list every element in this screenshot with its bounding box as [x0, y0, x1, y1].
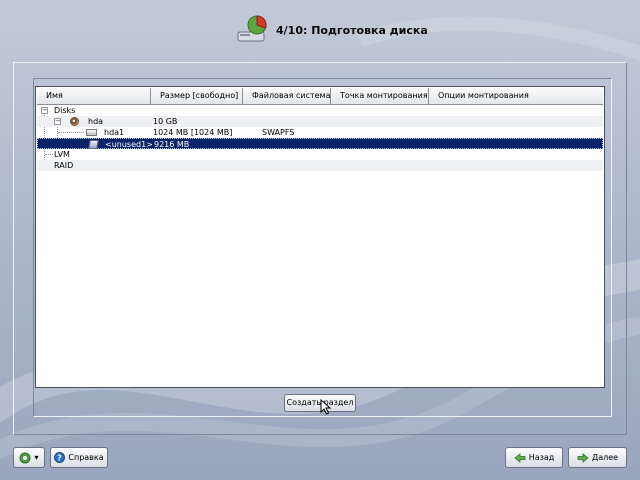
table-row[interactable]: − Disks: [37, 105, 603, 116]
row-name: hda1: [104, 128, 125, 137]
row-name: Disks: [54, 106, 76, 115]
next-label: Далее: [591, 453, 619, 462]
back-label: Назад: [528, 453, 555, 462]
page-header: 4/10: Подготовка диска: [236, 14, 428, 46]
back-button[interactable]: Назад: [505, 447, 563, 468]
help-label: Справка: [68, 453, 104, 462]
row-name: LVM: [54, 150, 70, 159]
table-row-selected[interactable]: <unused1> 9216 MB: [37, 138, 603, 149]
svg-text:?: ?: [58, 454, 63, 463]
collapse-icon[interactable]: −: [41, 107, 48, 114]
green-circle-menu-icon: [19, 452, 31, 463]
row-size: 10 GB: [153, 117, 178, 126]
table-row[interactable]: LVM: [37, 149, 603, 160]
hard-disk-icon: [70, 117, 79, 126]
disk-pie-icon: [237, 15, 267, 42]
table-body: − Disks − hda 10 GB hda1 1024 MB [1024 M…: [37, 105, 603, 171]
column-header-mount-options[interactable]: Опции монтирования: [429, 88, 603, 105]
column-header-filesystem[interactable]: Файловая система: [243, 88, 331, 105]
partition-icon: [86, 129, 97, 136]
dropdown-arrow-icon: ▾: [34, 453, 39, 462]
table-header: Имя Размер [свободно] Файловая система Т…: [37, 88, 603, 105]
column-header-name[interactable]: Имя: [37, 88, 151, 105]
collapse-icon[interactable]: −: [54, 118, 61, 125]
arrow-right-icon: [577, 452, 589, 463]
table-row[interactable]: − hda 10 GB: [37, 116, 603, 127]
mouse-cursor-icon: [320, 399, 332, 415]
row-filesystem: SWAPFS: [262, 128, 295, 137]
table-row[interactable]: hda1 1024 MB [1024 MB] SWAPFS: [37, 127, 603, 138]
menu-button[interactable]: ▾: [13, 447, 45, 468]
column-header-size[interactable]: Размер [свободно]: [151, 88, 243, 105]
table-row[interactable]: RAID: [37, 160, 603, 171]
row-name: hda: [88, 117, 104, 126]
partition-tree-table[interactable]: Имя Размер [свободно] Файловая система Т…: [35, 86, 605, 388]
arrow-left-icon: [514, 452, 526, 463]
row-size: 1024 MB [1024 MB]: [153, 128, 233, 137]
page-title: 4/10: Подготовка диска: [276, 23, 428, 37]
column-header-mountpoint[interactable]: Точка монтирования: [331, 88, 429, 105]
help-icon: ?: [54, 452, 66, 463]
row-name: RAID: [54, 161, 74, 170]
next-button[interactable]: Далее: [568, 447, 627, 468]
help-button[interactable]: ? Справка: [50, 447, 108, 468]
unused-space-icon: [88, 140, 99, 149]
